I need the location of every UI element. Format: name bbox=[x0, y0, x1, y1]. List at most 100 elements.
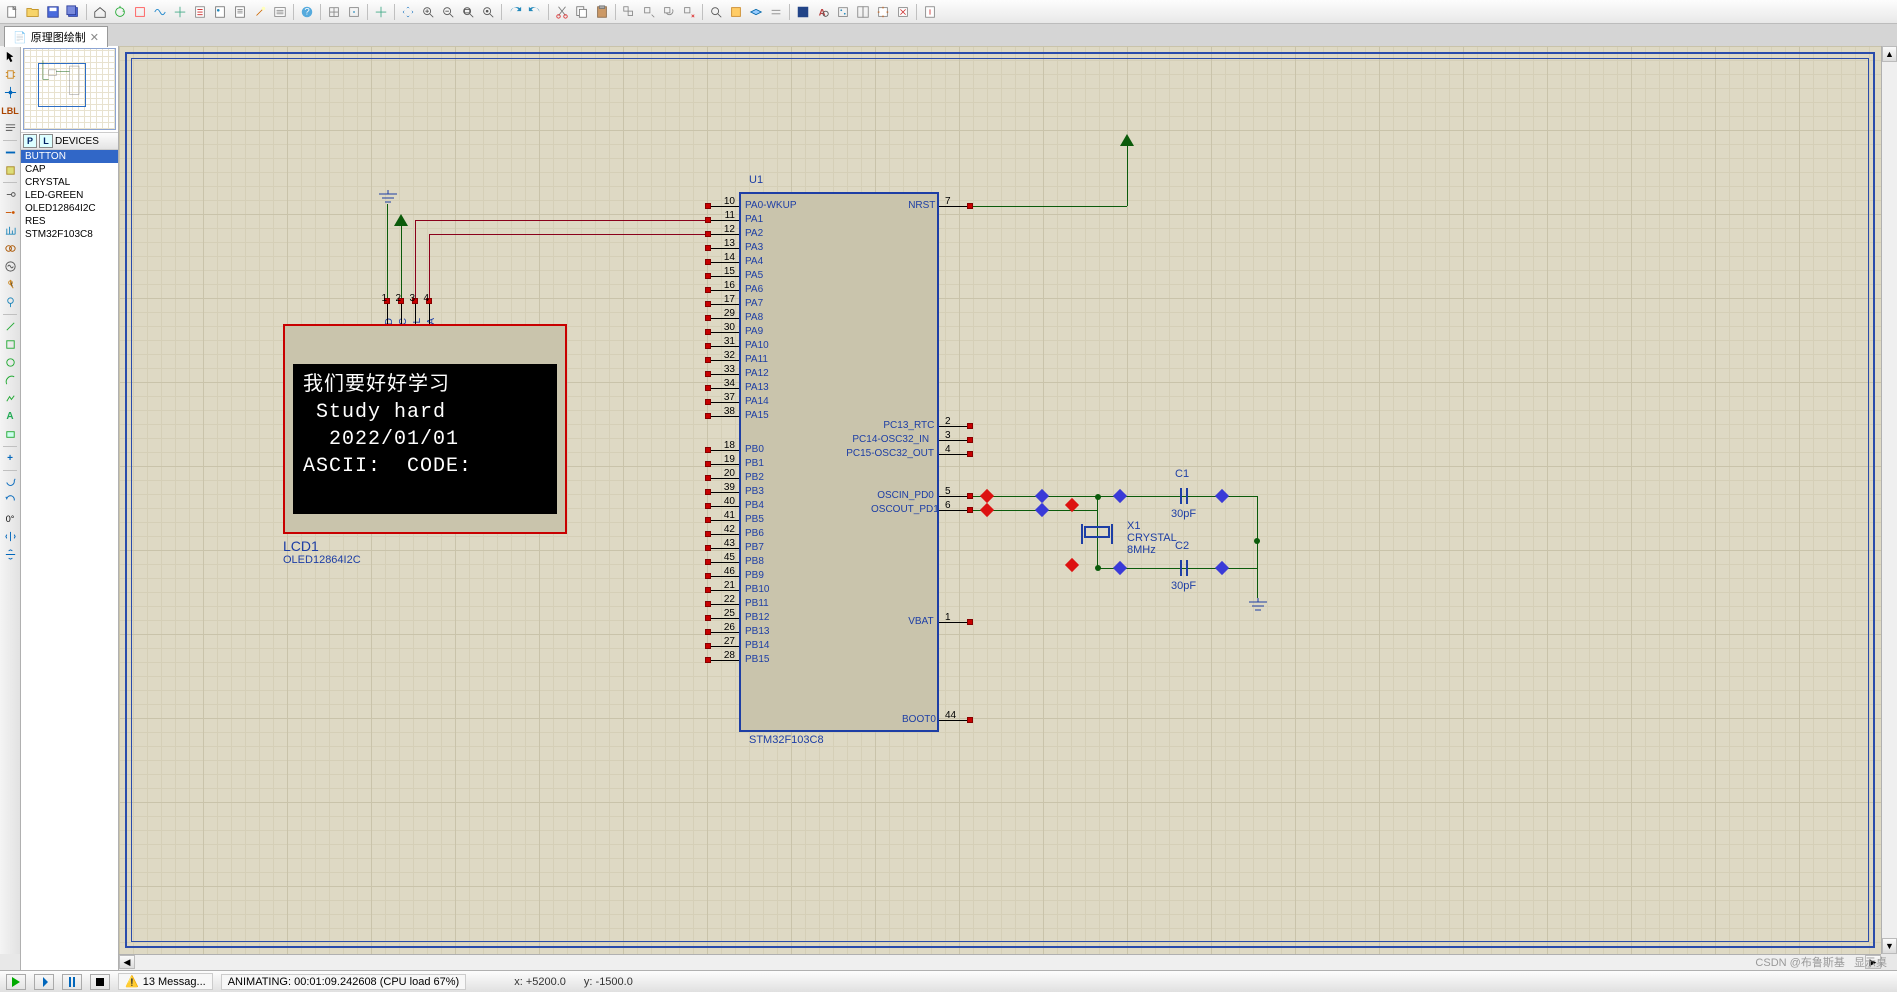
rotate-cw-icon[interactable] bbox=[1, 474, 19, 491]
device-item[interactable]: STM32F103C8 bbox=[21, 228, 118, 241]
new-sheet-icon[interactable] bbox=[874, 3, 892, 21]
blockcopy-icon[interactable] bbox=[620, 3, 638, 21]
pan-icon[interactable] bbox=[399, 3, 417, 21]
erc-icon[interactable] bbox=[191, 3, 209, 21]
tape-icon[interactable] bbox=[1, 240, 19, 257]
tab-schematic[interactable]: 📄 原理图绘制 ✕ bbox=[4, 26, 108, 47]
mcu-body[interactable] bbox=[739, 192, 939, 732]
line-icon[interactable] bbox=[1, 318, 19, 335]
device-item[interactable]: LED-GREEN bbox=[21, 189, 118, 202]
overview-minimap[interactable] bbox=[23, 48, 116, 130]
hscrollbar[interactable]: ◀ ▶ bbox=[119, 954, 1881, 970]
parts-icon[interactable] bbox=[131, 3, 149, 21]
device-item[interactable]: CAP bbox=[21, 163, 118, 176]
component-icon[interactable] bbox=[1, 66, 19, 83]
cut-icon[interactable] bbox=[553, 3, 571, 21]
lib-icon[interactable]: L bbox=[39, 134, 53, 148]
capacitor[interactable] bbox=[1177, 560, 1191, 578]
zoom-fit-icon[interactable] bbox=[459, 3, 477, 21]
pick-device-icon[interactable]: P bbox=[23, 134, 37, 148]
blockmove-icon[interactable] bbox=[640, 3, 658, 21]
bom-icon[interactable] bbox=[151, 3, 169, 21]
make-device-icon[interactable] bbox=[727, 3, 745, 21]
box-icon[interactable] bbox=[1, 336, 19, 353]
devices-list[interactable]: BUTTONCAPCRYSTALLED-GREENOLED12864I2CRES… bbox=[21, 150, 118, 954]
stop-icon[interactable] bbox=[90, 974, 110, 990]
find-text-icon[interactable]: A bbox=[814, 3, 832, 21]
help-icon[interactable]: ? bbox=[298, 3, 316, 21]
grid-toggle-icon[interactable] bbox=[325, 3, 343, 21]
device-item[interactable]: RES bbox=[21, 215, 118, 228]
capacitor[interactable] bbox=[1177, 488, 1191, 506]
device-item[interactable]: BUTTON bbox=[21, 150, 118, 163]
path-icon[interactable] bbox=[1, 390, 19, 407]
netlist-icon[interactable] bbox=[171, 3, 189, 21]
schematic-canvas[interactable]: U1STM32F103C810PA0-WKUP11PA112PA213PA314… bbox=[119, 46, 1881, 954]
undo-icon[interactable] bbox=[506, 3, 524, 21]
step-icon[interactable] bbox=[34, 974, 54, 990]
angle-zero[interactable]: 0° bbox=[1, 510, 19, 527]
graph-icon[interactable] bbox=[1, 222, 19, 239]
exit-icon[interactable] bbox=[921, 3, 939, 21]
open-icon[interactable] bbox=[24, 3, 42, 21]
symbol-icon[interactable] bbox=[1, 426, 19, 443]
notes-icon[interactable] bbox=[231, 3, 249, 21]
rotate-ccw-icon[interactable] bbox=[1, 492, 19, 509]
text-icon[interactable]: A bbox=[1, 408, 19, 425]
crystal-symbol[interactable] bbox=[1084, 526, 1110, 538]
center-icon[interactable] bbox=[372, 3, 390, 21]
subcircuit-icon[interactable] bbox=[1, 162, 19, 179]
probe-i-icon[interactable] bbox=[1, 294, 19, 311]
saveall-icon[interactable] bbox=[64, 3, 82, 21]
arc-icon[interactable] bbox=[1, 372, 19, 389]
mirror-v-icon[interactable] bbox=[1, 546, 19, 563]
area-icon[interactable] bbox=[854, 3, 872, 21]
scroll-down-icon[interactable]: ▼ bbox=[1882, 938, 1897, 954]
property-icon[interactable] bbox=[834, 3, 852, 21]
list-icon[interactable] bbox=[271, 3, 289, 21]
mirror-h-icon[interactable] bbox=[1, 528, 19, 545]
home-icon[interactable] bbox=[91, 3, 109, 21]
device-pin-icon[interactable] bbox=[1, 204, 19, 221]
bus-icon[interactable] bbox=[1, 144, 19, 161]
zoom-in-icon[interactable] bbox=[419, 3, 437, 21]
junction-icon[interactable] bbox=[1, 84, 19, 101]
pause-icon[interactable] bbox=[62, 974, 82, 990]
text-script-icon[interactable] bbox=[1, 120, 19, 137]
scroll-left-icon[interactable]: ◀ bbox=[119, 955, 135, 969]
play-icon[interactable] bbox=[6, 974, 26, 990]
vscrollbar[interactable]: ▲ ▼ bbox=[1881, 46, 1897, 954]
tab-close-icon[interactable]: ✕ bbox=[90, 31, 99, 44]
copy-icon[interactable] bbox=[573, 3, 591, 21]
select-icon[interactable] bbox=[1, 48, 19, 65]
blockrotate-icon[interactable] bbox=[660, 3, 678, 21]
decompose-icon[interactable] bbox=[767, 3, 785, 21]
pack-icon[interactable] bbox=[747, 3, 765, 21]
circle-icon[interactable] bbox=[1, 354, 19, 371]
zoom-region-icon[interactable] bbox=[479, 3, 497, 21]
messages-box[interactable]: ⚠️ 13 Messag... bbox=[118, 973, 213, 990]
report-icon[interactable] bbox=[211, 3, 229, 21]
terminal-icon[interactable] bbox=[1, 186, 19, 203]
redo-icon[interactable] bbox=[526, 3, 544, 21]
wizard-icon[interactable] bbox=[251, 3, 269, 21]
generator-icon[interactable] bbox=[1, 258, 19, 275]
vscroll-track[interactable] bbox=[1882, 62, 1897, 938]
device-item[interactable]: OLED12864I2C bbox=[21, 202, 118, 215]
zoom-out-icon[interactable] bbox=[439, 3, 457, 21]
new-icon[interactable] bbox=[4, 3, 22, 21]
device-item[interactable]: CRYSTAL bbox=[21, 176, 118, 189]
refresh-data-icon[interactable] bbox=[111, 3, 129, 21]
paste-icon[interactable] bbox=[593, 3, 611, 21]
marker-plus-icon[interactable]: + bbox=[1, 450, 19, 467]
wirelabel-icon[interactable]: LBL bbox=[1, 102, 19, 119]
save-icon[interactable] bbox=[44, 3, 62, 21]
snap-icon[interactable] bbox=[345, 3, 363, 21]
del-sheet-icon[interactable] bbox=[894, 3, 912, 21]
hscroll-track[interactable] bbox=[135, 955, 1865, 970]
probe-v-icon[interactable] bbox=[1, 276, 19, 293]
blockdelete-icon[interactable] bbox=[680, 3, 698, 21]
pick-icon[interactable] bbox=[707, 3, 725, 21]
toggle-dark-icon[interactable] bbox=[794, 3, 812, 21]
scroll-up-icon[interactable]: ▲ bbox=[1882, 46, 1897, 62]
